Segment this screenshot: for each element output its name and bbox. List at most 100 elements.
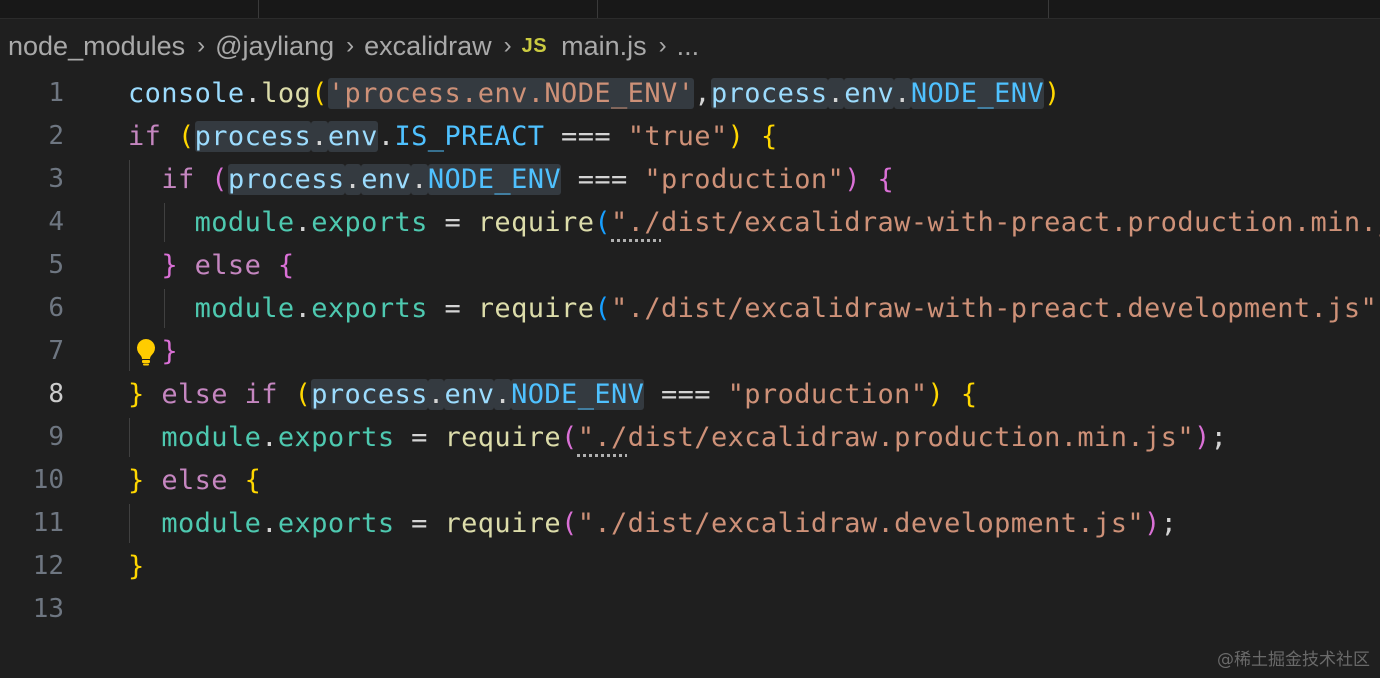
code-token: ( (561, 508, 578, 539)
code-token: . (344, 164, 362, 195)
chevron-right-icon: › (346, 32, 355, 59)
chevron-right-icon: › (503, 32, 512, 59)
code-token: "production" (644, 164, 845, 195)
code-line[interactable]: 3 if (process.env.NODE_ENV === "producti… (0, 158, 1380, 201)
code-token: env (327, 121, 378, 152)
code-token: ) (1144, 508, 1161, 539)
code-text[interactable]: module.exports = require("./dist/excalid… (128, 201, 1380, 244)
code-token: "production" (727, 379, 928, 410)
tab-separator (1048, 0, 1049, 18)
code-token: else (194, 250, 262, 281)
code-token: NODE_ENV (910, 78, 1045, 109)
breadcrumb-more[interactable]: ... (677, 31, 700, 62)
code-token: ( (594, 207, 612, 238)
breadcrumb-jayliang[interactable]: @jayliang (215, 31, 334, 62)
code-token: } (161, 250, 178, 281)
code-token: exports (277, 508, 395, 539)
code-token: = (394, 508, 445, 539)
code-token: === (544, 121, 628, 152)
code-token: . (261, 422, 278, 453)
line-number: 5 (48, 250, 64, 280)
code-token: ( (211, 164, 228, 195)
code-text[interactable]: module.exports = require("./dist/excalid… (128, 502, 1177, 545)
code-token: ( (294, 379, 312, 410)
code-token: module (194, 293, 295, 324)
breadcrumb: node_modules › @jayliang › excalidraw › … (8, 26, 699, 66)
line-number: 8 (48, 379, 64, 409)
code-editor[interactable]: 1 console.log('process.env.NODE_ENV',proc… (0, 72, 1380, 672)
code-line[interactable]: 6 module.exports = require("./dist/excal… (0, 287, 1380, 330)
code-line[interactable]: 7 } (0, 330, 1380, 373)
code-token: log (261, 78, 312, 109)
indent-guide (164, 203, 165, 242)
breadcrumb-node-modules[interactable]: node_modules (8, 31, 185, 62)
code-token: ( (311, 78, 328, 109)
code-line[interactable]: 8 } else if (process.env.NODE_ENV === "pr… (0, 373, 1380, 416)
code-token: . (827, 78, 845, 109)
code-token: module (161, 422, 262, 453)
code-token: === (561, 164, 645, 195)
code-token: ( (177, 121, 195, 152)
line-number: 12 (32, 551, 64, 581)
code-text[interactable]: } else { (128, 459, 261, 502)
line-number: 6 (48, 293, 64, 323)
code-token: . (427, 379, 445, 410)
code-token: "./ (577, 422, 628, 453)
code-line[interactable]: 10} else { (0, 459, 1380, 502)
lightbulb-icon[interactable] (135, 338, 157, 366)
code-text[interactable]: if (process.env.NODE_ENV === "production… (128, 158, 894, 201)
code-line[interactable]: 9 module.exports = require("./dist/excal… (0, 416, 1380, 459)
code-token: console (128, 78, 245, 109)
code-line[interactable]: 4 module.exports = require("./dist/excal… (0, 201, 1380, 244)
chevron-right-icon: › (197, 32, 206, 59)
code-token: if (128, 121, 162, 152)
code-text[interactable]: module.exports = require("./dist/excalid… (128, 416, 1227, 459)
code-text[interactable]: module.exports = require("./dist/excalid… (128, 287, 1380, 330)
code-text[interactable]: } (128, 545, 145, 588)
code-text[interactable]: } else { (128, 244, 295, 287)
code-line[interactable]: 2 if (process.env.IS_PREACT === "true") { (0, 115, 1380, 158)
javascript-file-icon: JS (521, 34, 548, 57)
code-token: "./dist/excalidraw.development.js" (577, 508, 1145, 539)
code-token: "./ (611, 207, 661, 238)
breadcrumb-file-main-js[interactable]: main.js (561, 31, 647, 62)
code-line[interactable]: 13 (0, 588, 1380, 631)
code-token: } (161, 336, 178, 367)
code-token: } (128, 551, 145, 582)
code-token: , (694, 78, 711, 109)
code-line[interactable]: 1 console.log('process.env.NODE_ENV',proc… (0, 72, 1380, 115)
code-line[interactable]: 12} (0, 545, 1380, 588)
code-token: { (244, 465, 262, 496)
code-token: ) (1193, 422, 1211, 453)
code-token: module (161, 508, 262, 539)
code-token: require (444, 508, 562, 539)
code-token: dist/excalidraw-with-preact.production.m… (661, 207, 1380, 238)
tab-separator (597, 0, 598, 18)
code-token: require (444, 422, 562, 453)
code-token: ( (561, 422, 578, 453)
code-token: else if (161, 379, 278, 410)
code-token: ) (927, 379, 945, 410)
code-line[interactable]: 5 } else { (0, 244, 1380, 287)
code-token: module (194, 207, 295, 238)
code-token: if (161, 164, 195, 195)
line-number: 4 (48, 207, 64, 237)
code-line[interactable]: 11 module.exports = require("./dist/exca… (0, 502, 1380, 545)
breadcrumb-excalidraw[interactable]: excalidraw (364, 31, 492, 62)
code-token: . (311, 121, 328, 152)
code-text[interactable]: } else if (process.env.NODE_ENV === "pro… (128, 373, 977, 416)
code-text[interactable]: console.log('process.env.NODE_ENV',proce… (128, 72, 1061, 115)
code-token: . (261, 508, 278, 539)
code-text[interactable]: if (process.env.IS_PREACT === "true") { (128, 115, 778, 158)
code-token: ; (1210, 422, 1228, 453)
